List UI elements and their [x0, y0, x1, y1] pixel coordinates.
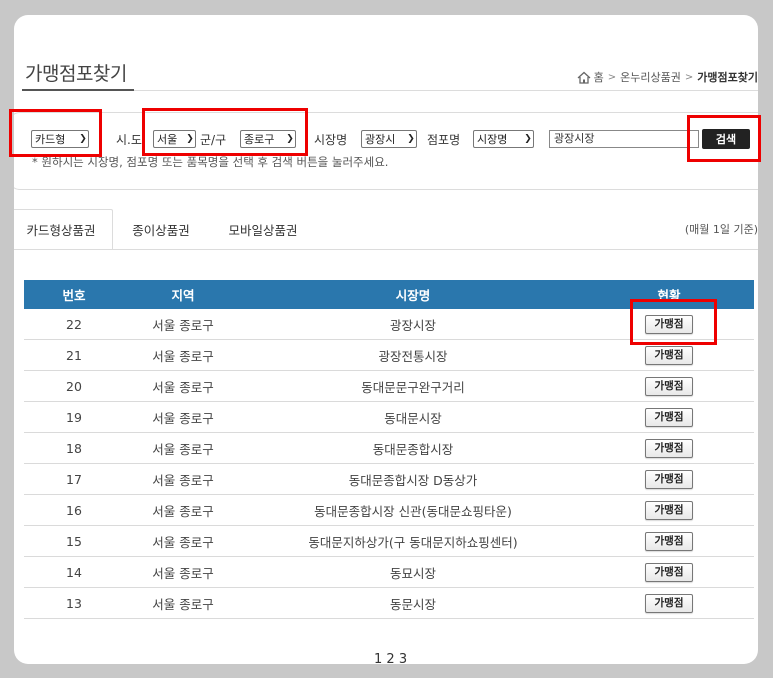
row-market: 동대문문구완구거리 — [242, 370, 584, 402]
table-row: 22 서울 종로구 광장시장 가맹점 — [24, 309, 754, 340]
page-link[interactable]: 2 — [386, 652, 394, 667]
row-no: 13 — [24, 587, 124, 619]
pagination: 1 2 3 — [374, 652, 407, 667]
table-row: 17 서울 종로구 동대문종합시장 D동상가 가맹점 — [24, 463, 754, 495]
header-status: 현황 — [584, 280, 754, 309]
store-list-button[interactable]: 가맹점 — [645, 345, 693, 365]
gungu-select[interactable]: 종로구 ❯ — [240, 130, 296, 148]
market-label: 시장명 — [314, 133, 348, 147]
search-type-select[interactable]: 시장명 ❯ — [473, 130, 534, 148]
chevron-right-icon: > — [607, 71, 617, 83]
row-market: 동문시장 — [242, 587, 584, 619]
row-no: 19 — [24, 401, 124, 433]
chevron-down-icon: ❯ — [186, 134, 194, 144]
table-row: 16 서울 종로구 동대문종합시장 신관(동대문쇼핑타운) 가맹점 — [24, 494, 754, 526]
store-list-button[interactable]: 가맹점 — [645, 314, 693, 334]
row-no: 16 — [24, 494, 124, 526]
tab-mobile-voucher[interactable]: 모바일상품권 — [209, 209, 317, 249]
store-label: 점포명 — [427, 133, 461, 147]
store-list-button[interactable]: 가맹점 — [645, 531, 693, 551]
sido-select[interactable]: 서울 ❯ — [153, 130, 196, 148]
breadcrumb-current: 가맹점포찾기 — [697, 71, 758, 84]
store-list-button[interactable]: 가맹점 — [645, 500, 693, 520]
table-header-row: 번호 지역 시장명 현황 — [24, 280, 754, 309]
table-row: 14 서울 종로구 동묘시장 가맹점 — [24, 556, 754, 588]
table-row: 19 서울 종로구 동대문시장 가맹점 — [24, 401, 754, 433]
row-no: 14 — [24, 556, 124, 588]
row-market: 동대문종합시장 신관(동대문쇼핑타운) — [242, 494, 584, 526]
row-region: 서울 종로구 — [124, 339, 242, 371]
row-no: 22 — [24, 309, 124, 340]
row-region: 서울 종로구 — [124, 587, 242, 619]
store-table: 번호 지역 시장명 현황 22 서울 종로구 광장시장 가맹점 21 서울 종로… — [24, 280, 754, 619]
row-market: 광장시장 — [242, 309, 584, 340]
row-region: 서울 종로구 — [124, 494, 242, 526]
store-list-button[interactable]: 가맹점 — [645, 562, 693, 582]
tab-note: (매월 1일 기준) — [684, 223, 758, 236]
store-list-button[interactable]: 가맹점 — [645, 438, 693, 458]
store-list-button[interactable]: 가맹점 — [645, 593, 693, 613]
chevron-down-icon: ❯ — [286, 134, 294, 144]
page-title: 가맹점포찾기 — [25, 63, 127, 85]
row-market: 동대문종합시장 D동상가 — [242, 463, 584, 495]
breadcrumb: 홈 > 온누리상품권 > 가맹점포찾기 — [577, 69, 758, 85]
page-link[interactable]: 3 — [399, 652, 407, 667]
chevron-down-icon: ❯ — [407, 134, 415, 144]
row-region: 서울 종로구 — [124, 556, 242, 588]
market-select[interactable]: 광장시 ❯ — [361, 130, 417, 148]
breadcrumb-onnuri[interactable]: 온누리상품권 — [620, 69, 681, 85]
store-list-button[interactable]: 가맹점 — [645, 376, 693, 396]
tabs-divider — [14, 249, 758, 250]
table-row: 15 서울 종로구 동대문지하상가(구 동대문지하쇼핑센터) 가맹점 — [24, 525, 754, 557]
tab-paper-voucher[interactable]: 종이상품권 — [113, 209, 209, 249]
tab-card-voucher[interactable]: 카드형상품권 — [14, 209, 113, 250]
card-type-select[interactable]: 카드형 ❯ — [31, 130, 89, 148]
row-region: 서울 종로구 — [124, 463, 242, 495]
search-hint: * 원하시는 시장명, 점포명 또는 품목명을 선택 후 검색 버튼을 눌러주세… — [32, 155, 389, 169]
header-market: 시장명 — [242, 280, 584, 309]
table-row: 20 서울 종로구 동대문문구완구거리 가맹점 — [24, 370, 754, 402]
table-row: 18 서울 종로구 동대문종합시장 가맹점 — [24, 432, 754, 464]
page-link[interactable]: 1 — [374, 652, 382, 667]
row-market: 광장전통시장 — [242, 339, 584, 371]
breadcrumb-home[interactable]: 홈 — [594, 69, 604, 85]
chevron-right-icon: > — [684, 71, 694, 83]
row-region: 서울 종로구 — [124, 525, 242, 557]
row-market: 동대문종합시장 — [242, 432, 584, 464]
row-no: 15 — [24, 525, 124, 557]
header-region: 지역 — [124, 280, 242, 309]
sido-label: 시.도 — [116, 133, 142, 147]
row-market: 동대문지하상가(구 동대문지하쇼핑센터) — [242, 525, 584, 557]
header-no: 번호 — [24, 280, 124, 309]
row-market: 동묘시장 — [242, 556, 584, 588]
row-market: 동대문시장 — [242, 401, 584, 433]
chevron-down-icon: ❯ — [524, 134, 532, 144]
table-row: 13 서울 종로구 동문시장 가맹점 — [24, 587, 754, 619]
store-list-button[interactable]: 가맹점 — [645, 407, 693, 427]
keyword-input[interactable]: 광장시장 — [549, 130, 699, 148]
chevron-down-icon: ❯ — [79, 134, 87, 144]
row-region: 서울 종로구 — [124, 401, 242, 433]
row-no: 17 — [24, 463, 124, 495]
row-no: 21 — [24, 339, 124, 371]
row-no: 20 — [24, 370, 124, 402]
table-row: 21 서울 종로구 광장전통시장 가맹점 — [24, 339, 754, 371]
row-region: 서울 종로구 — [124, 309, 242, 340]
store-list-button[interactable]: 가맹점 — [645, 469, 693, 489]
search-button[interactable]: 검색 — [702, 129, 750, 149]
home-icon — [577, 71, 591, 84]
row-no: 18 — [24, 432, 124, 464]
row-region: 서울 종로구 — [124, 432, 242, 464]
gungu-label: 군/구 — [200, 133, 227, 147]
search-panel — [14, 112, 758, 190]
row-region: 서울 종로구 — [124, 370, 242, 402]
title-underline — [22, 89, 134, 91]
content-card: 가맹점포찾기 홈 > 온누리상품권 > 가맹점포찾기 카드형 ❯ 시.도 서울 ❯ … — [14, 15, 758, 664]
